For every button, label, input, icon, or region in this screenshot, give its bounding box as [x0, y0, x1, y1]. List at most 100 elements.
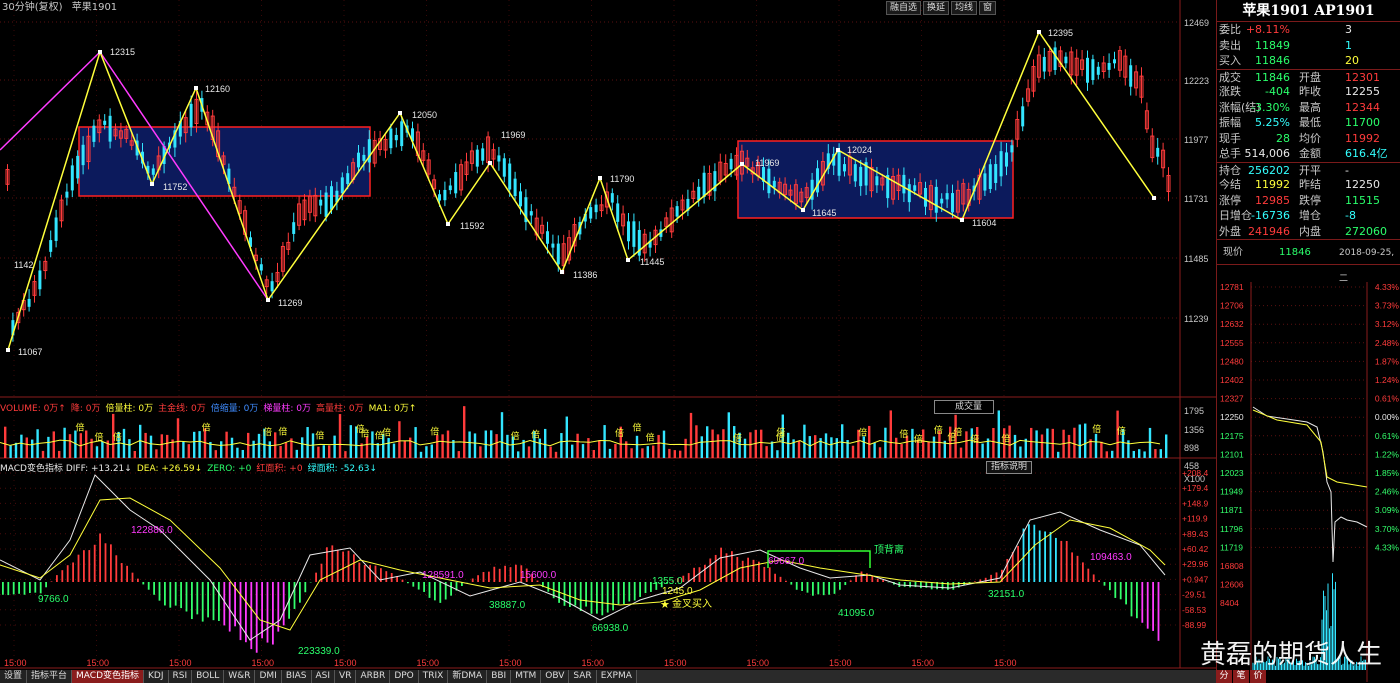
- tab-w&r[interactable]: W&R: [224, 670, 256, 683]
- macd-histogram-bar: [304, 582, 307, 593]
- tab-dpo[interactable]: DPO: [390, 670, 419, 683]
- pivot-price-label: 11269: [278, 298, 302, 308]
- macd-histogram-bar: [137, 578, 139, 582]
- tab-vr[interactable]: VR: [335, 670, 357, 683]
- volume-bar: [1094, 433, 1098, 458]
- candle-body: [902, 174, 906, 194]
- quote-key: 总手: [1219, 147, 1241, 160]
- volume-bar: [797, 440, 801, 458]
- candlestick-chart[interactable]: 12469 12223 11977 11731 11485 11239 1795 1356 89…: [0, 0, 1216, 683]
- candle-body: [389, 128, 393, 149]
- legend-item: DEA: +26.59↓: [136, 464, 203, 474]
- pivot-marker: [836, 148, 840, 152]
- quote-value: 11992: [1255, 178, 1290, 191]
- macd-histogram-bar: [1071, 552, 1073, 582]
- intraday-mini-chart[interactable]: 12781 12706 12632 12555 12480 12402 12327 12250…: [1217, 282, 1400, 682]
- quote-tab[interactable]: 分: [1216, 670, 1232, 683]
- legend-item: 降: 0万: [70, 404, 101, 414]
- time-axis-label: 15:00: [747, 658, 770, 668]
- macd-axis-label: +148.9: [1182, 498, 1209, 508]
- tab-sar[interactable]: SAR: [569, 670, 597, 683]
- mini-pct-label: 0.61%: [1375, 394, 1400, 404]
- indicator-explain-button[interactable]: 指标说明: [986, 461, 1032, 474]
- quote-tab[interactable]: 价: [1250, 670, 1266, 683]
- macd-histogram-bar: [1033, 524, 1036, 582]
- macd-histogram-bar: [223, 582, 226, 626]
- tab-obv[interactable]: OBV: [541, 670, 570, 683]
- candle-body: [945, 193, 949, 200]
- macd-annotation: 38887.0: [489, 600, 526, 611]
- macd-histogram-bar: [423, 582, 425, 592]
- tab-设置[interactable]: 设置: [0, 670, 28, 683]
- volume-bar: [436, 435, 439, 458]
- macd-histogram-bar: [342, 551, 344, 582]
- candle-body: [38, 270, 42, 290]
- tab-trix[interactable]: TRIX: [418, 670, 449, 683]
- candle-body: [103, 120, 107, 125]
- quote-tab[interactable]: 笔: [1233, 670, 1249, 683]
- quote-key: 涨停: [1219, 193, 1241, 207]
- volume-ma-line: [0, 439, 1161, 447]
- volume-bar: [1078, 424, 1081, 458]
- quote-key: 涨跌: [1219, 85, 1241, 98]
- quote-row: 卖出 11849 1: [1217, 38, 1400, 54]
- volume-bar: [932, 436, 936, 458]
- volume-bar: [52, 431, 55, 458]
- tab-macd变色指标[interactable]: MACD变色指标: [72, 670, 145, 683]
- mini-price-label: 11719: [1220, 542, 1243, 552]
- tab-mtm[interactable]: MTM: [511, 670, 542, 683]
- candle-body: [853, 164, 857, 182]
- macd-axis-label: -58.53: [1182, 605, 1206, 615]
- tab-rsi[interactable]: RSI: [168, 670, 193, 683]
- volume-bar: [236, 447, 239, 458]
- pivot-price-label: 11752: [163, 182, 187, 192]
- tab-arbr[interactable]: ARBR: [356, 670, 391, 683]
- macd-annotation: 109463.0: [1090, 552, 1132, 563]
- volume-bar: [1040, 434, 1044, 458]
- macd-histogram-bar: [1114, 582, 1117, 598]
- macd-histogram-bar: [1087, 568, 1090, 582]
- pivot-price-label: 11445: [640, 257, 664, 267]
- tab-bbi[interactable]: BBI: [487, 670, 512, 683]
- quote-value: 12985: [1255, 193, 1290, 207]
- tab-bias[interactable]: BIAS: [281, 670, 312, 683]
- macd-histogram-bar: [574, 582, 577, 606]
- mini-pct-label: 1.87%: [1375, 356, 1400, 366]
- quote-value: 11846: [1255, 54, 1290, 67]
- mini-price-label: 12706: [1220, 301, 1244, 311]
- indicator-select[interactable]: 成交量: [934, 400, 994, 414]
- tab-boll[interactable]: BOLL: [192, 670, 225, 683]
- volume-bar: [571, 444, 574, 458]
- volume-bar: [544, 428, 547, 458]
- volume-bar: [160, 434, 163, 458]
- mini-price-label: 12023: [1220, 468, 1244, 478]
- tab-dmi[interactable]: DMI: [255, 670, 282, 683]
- candle-body: [983, 173, 987, 191]
- macd-histogram-bar: [1103, 582, 1106, 586]
- volume-bar: [1111, 450, 1114, 458]
- macd-histogram-bar: [88, 550, 91, 582]
- tab-expma[interactable]: EXPMA: [596, 670, 637, 683]
- volume-bar: [760, 429, 763, 458]
- candle-body: [594, 204, 598, 213]
- double-volume-mark: 倍: [615, 427, 624, 438]
- macd-histogram-bar: [790, 582, 793, 585]
- tab-指标平台[interactable]: 指标平台: [27, 670, 73, 683]
- quote-key-2: 均价: [1299, 131, 1321, 145]
- tab-kdj[interactable]: KDJ: [144, 670, 169, 683]
- pivot-marker: [488, 161, 492, 165]
- tab-新dma[interactable]: 新DMA: [448, 670, 488, 683]
- macd-histogram-bar: [817, 582, 820, 595]
- tab-asi[interactable]: ASI: [311, 670, 336, 683]
- macd-histogram-bar: [612, 582, 614, 611]
- volume-bar: [630, 448, 633, 458]
- macd-histogram-bar: [909, 582, 911, 588]
- volume-bar: [133, 450, 136, 458]
- macd-histogram-bar: [120, 563, 123, 582]
- chart-area[interactable]: 30分钟(复权) 苹果1901 融自选 换延 均线 窗 12469 12223 11…: [0, 0, 1216, 683]
- candle-body: [438, 194, 441, 201]
- candle-body: [151, 168, 155, 175]
- macd-histogram-bar: [585, 582, 587, 607]
- macd-histogram-bar: [77, 554, 80, 582]
- volume-bar: [981, 443, 984, 458]
